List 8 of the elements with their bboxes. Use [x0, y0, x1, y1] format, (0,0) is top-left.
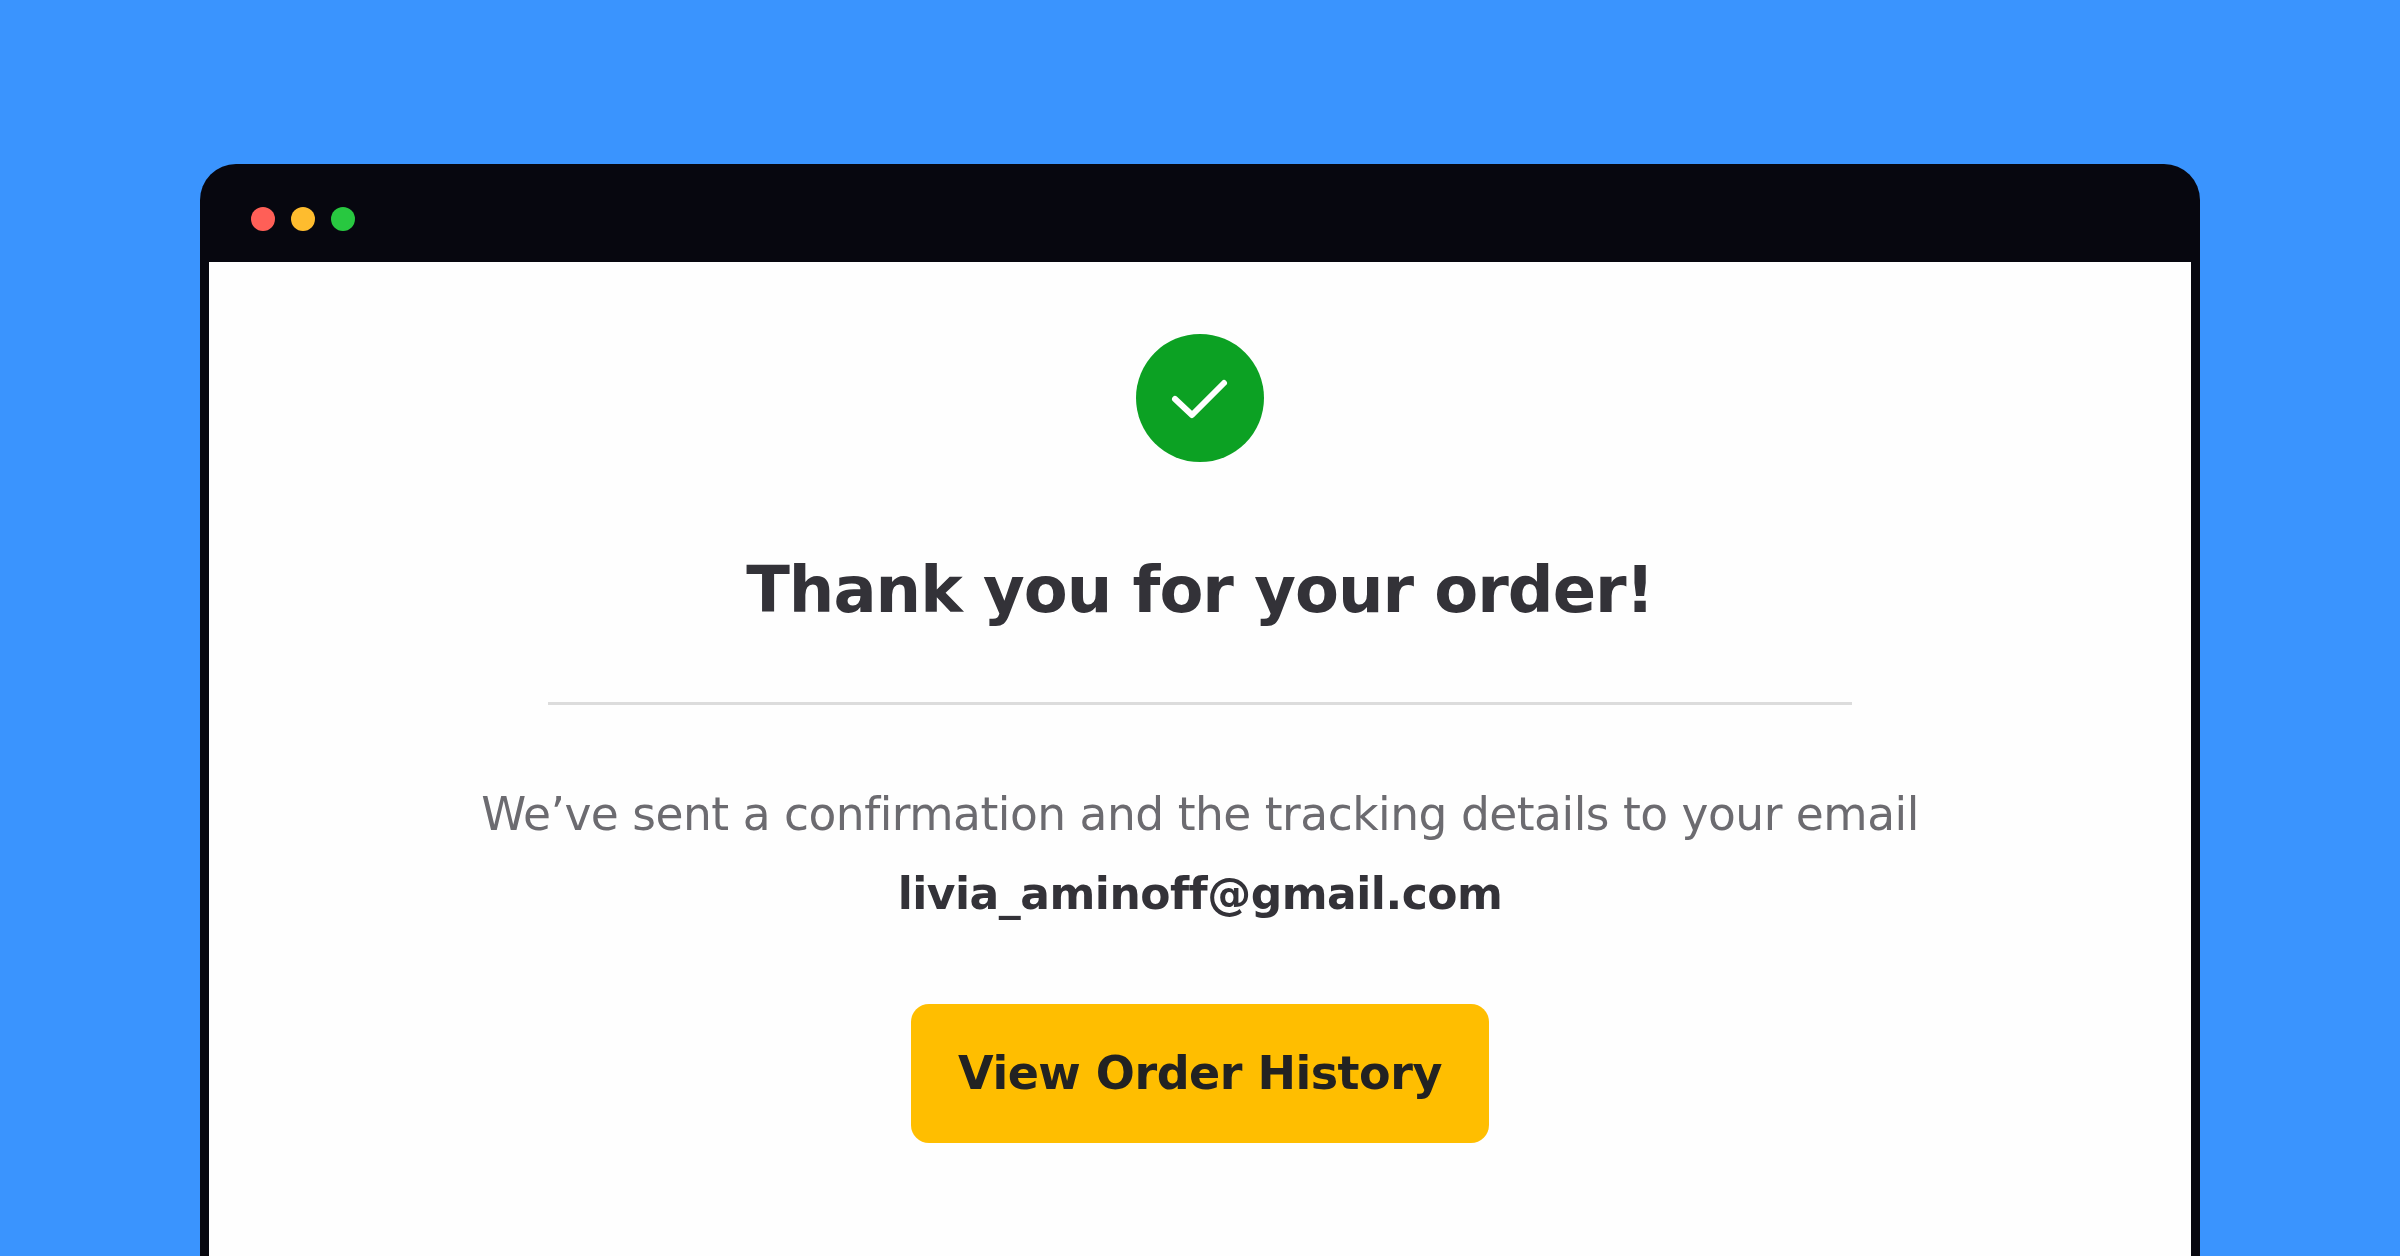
checkmark-icon [1136, 334, 1264, 462]
window-control-dot[interactable] [251, 207, 275, 231]
window-control-dot[interactable] [331, 207, 355, 231]
email-address: livia_aminoff@gmail.com [897, 868, 1503, 921]
window-control-dot[interactable] [291, 207, 315, 231]
heading: Thank you for your order! [746, 555, 1654, 626]
view-order-history-button[interactable]: View Order History [911, 1003, 1489, 1143]
confirmation-message: We’ve sent a confirmation and the tracking details to your email [481, 788, 1919, 843]
